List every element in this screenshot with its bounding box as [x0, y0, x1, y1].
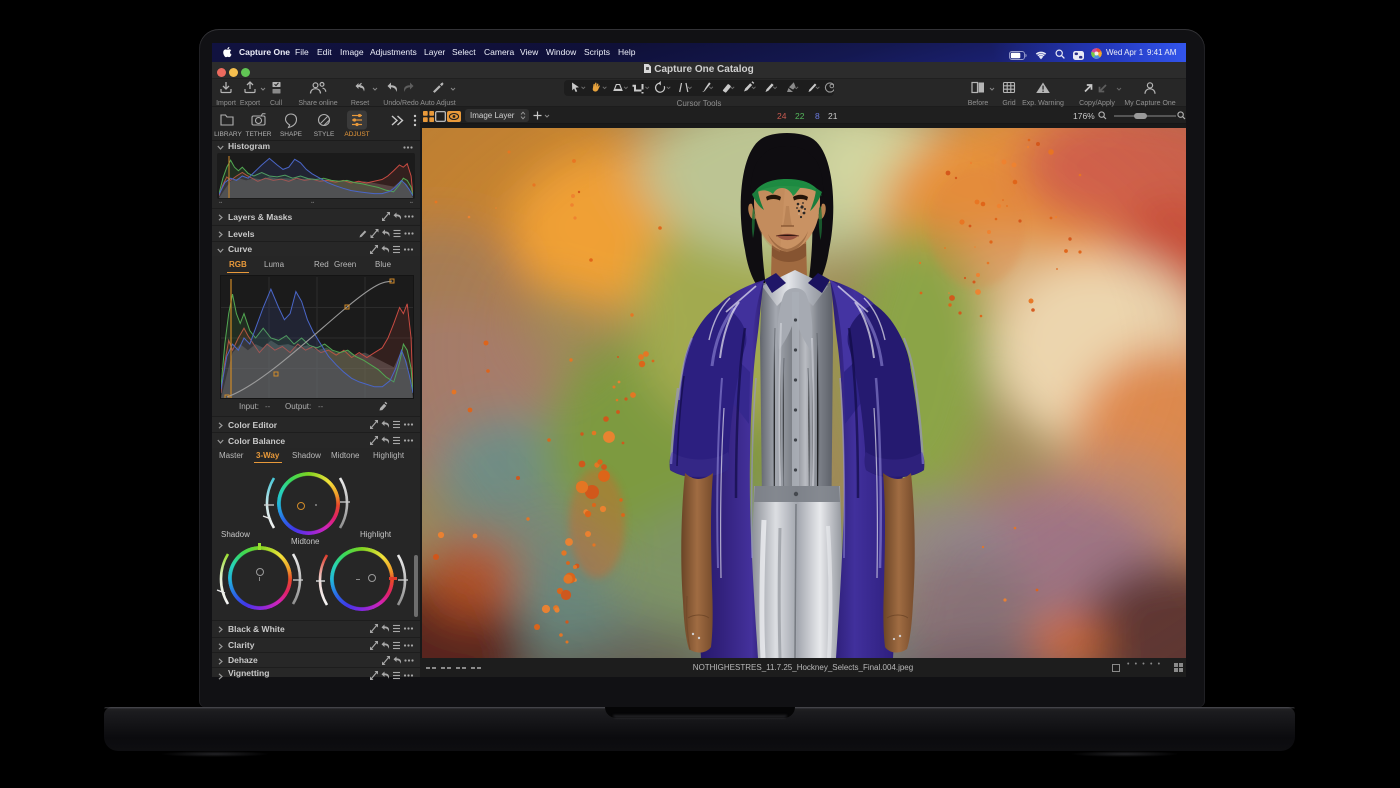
svg-text:ADJUST: ADJUST [344, 131, 369, 138]
svg-text:TETHER: TETHER [246, 131, 272, 138]
svg-text:SHAPE: SHAPE [280, 131, 303, 138]
svg-text:STYLE: STYLE [314, 131, 335, 138]
svg-text:LIBRARY: LIBRARY [214, 131, 242, 138]
